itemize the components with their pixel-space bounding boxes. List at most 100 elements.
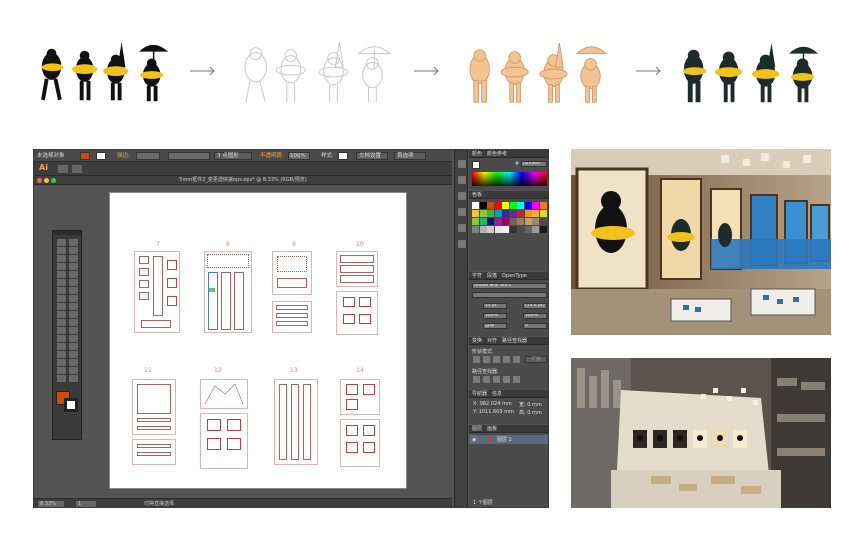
tool-button[interactable] (57, 255, 66, 262)
style-swatch[interactable] (338, 152, 348, 160)
tab-artboards[interactable]: 画板 (487, 426, 497, 432)
tool-button[interactable] (69, 359, 78, 366)
tab-character[interactable]: 字符 (472, 273, 482, 279)
tool-button[interactable] (69, 303, 78, 310)
tool-button[interactable] (69, 295, 78, 302)
tab-navigator[interactable]: 导航器 (472, 391, 487, 397)
color-swatch[interactable] (509, 226, 517, 233)
cut-sheet[interactable] (272, 251, 312, 295)
color-swatch[interactable] (509, 202, 517, 209)
panel-icon[interactable] (458, 160, 466, 168)
variable-width-field[interactable] (168, 152, 210, 160)
color-swatch[interactable] (487, 202, 494, 209)
tool-button[interactable] (57, 295, 66, 302)
font-family-select[interactable]: Adobe 宋体 Std L (472, 283, 547, 289)
tool-button[interactable] (57, 319, 66, 326)
color-swatch[interactable] (502, 226, 509, 233)
document-tab[interactable]: 5mm框件2_变更透快速eps.eps* @ 8.33% (RGB/预览) (34, 176, 452, 185)
tool-button[interactable] (69, 279, 78, 286)
color-swatch[interactable] (502, 210, 509, 217)
tab-color[interactable]: 颜色 (472, 151, 482, 157)
expand-button[interactable]: 扩展 (525, 356, 547, 363)
pathfinder-button[interactable] (473, 356, 480, 363)
vertical-scale-field[interactable]: 100% (483, 313, 507, 319)
horizontal-scale-field[interactable]: 100% (523, 313, 547, 319)
pathfinder-button[interactable] (513, 356, 520, 363)
font-style-select[interactable] (472, 292, 547, 298)
color-swatch[interactable] (472, 218, 479, 225)
tab-transform[interactable]: 变换 (472, 338, 482, 344)
opacity-label[interactable]: 不透明度: (260, 150, 284, 162)
pathfinder-button[interactable] (493, 376, 500, 383)
color-swatch[interactable] (539, 202, 547, 209)
tool-button[interactable] (69, 311, 78, 318)
panel-icon[interactable] (458, 192, 466, 200)
tool-button[interactable] (57, 287, 66, 294)
zoom-field[interactable]: 8.33% (38, 501, 64, 507)
tool-button[interactable] (57, 327, 66, 334)
color-swatch[interactable] (532, 210, 539, 217)
color-swatch[interactable] (479, 210, 487, 217)
cut-sheet[interactable] (340, 379, 380, 415)
color-swatch[interactable] (524, 202, 532, 209)
pathfinder-button[interactable] (483, 376, 490, 383)
color-swatch[interactable] (532, 202, 539, 209)
color-swatch[interactable] (532, 226, 539, 233)
color-swatch[interactable] (479, 226, 487, 233)
color-swatch[interactable] (524, 218, 532, 225)
artboard[interactable]: 7 8 9 10 11 12 13 14 (109, 192, 407, 489)
cut-sheet[interactable] (200, 379, 248, 409)
doc-setup-button[interactable]: 文档设置 (356, 152, 388, 160)
tool-button[interactable] (57, 263, 66, 270)
color-swatch[interactable] (472, 210, 479, 217)
color-swatch[interactable] (532, 218, 539, 225)
panel-icon[interactable] (458, 224, 466, 232)
pathfinder-button[interactable] (473, 376, 480, 383)
color-swatch[interactable] (494, 226, 502, 233)
tool-button[interactable] (57, 303, 66, 310)
stroke-label[interactable]: 描边: (117, 150, 130, 162)
color-swatch[interactable] (524, 210, 532, 217)
pathfinder-button[interactable] (503, 356, 510, 363)
zoom-window-icon[interactable] (51, 178, 56, 183)
hex-field[interactable]: d24900 (521, 161, 547, 167)
tracking-field[interactable]: 0 (523, 323, 547, 329)
color-swatch[interactable] (494, 210, 502, 217)
color-swatch[interactable] (539, 218, 547, 225)
color-swatch[interactable] (524, 226, 532, 233)
tool-button[interactable] (57, 367, 66, 374)
color-swatch[interactable] (494, 202, 502, 209)
cut-sheet[interactable] (336, 291, 378, 335)
tool-button[interactable] (69, 239, 78, 246)
tool-button[interactable] (69, 367, 78, 374)
tab-opentype[interactable]: OpenType (502, 273, 527, 279)
opacity-field[interactable]: 100% (288, 152, 310, 160)
color-swatch[interactable] (479, 202, 487, 209)
color-swatch[interactable] (472, 202, 479, 209)
color-swatch[interactable] (487, 226, 494, 233)
color-swatch[interactable] (509, 218, 517, 225)
tool-button[interactable] (57, 359, 66, 366)
tool-button[interactable] (57, 247, 66, 254)
stroke-weight-field[interactable] (136, 152, 160, 160)
color-swatch[interactable] (539, 226, 547, 233)
tool-button[interactable] (69, 247, 78, 254)
cut-sheet[interactable] (340, 419, 380, 467)
tab-pathfinder[interactable]: 路径查找器 (502, 338, 527, 344)
tool-button[interactable] (57, 351, 66, 358)
swatches-title[interactable]: 色板 (472, 192, 482, 198)
tab-paragraph[interactable]: 段落 (487, 273, 497, 279)
layer-name[interactable]: 图层 1 (497, 436, 512, 443)
color-swatch[interactable] (509, 210, 517, 217)
color-swatch[interactable] (502, 202, 509, 209)
tool-button[interactable] (69, 343, 78, 350)
panel-icon[interactable] (458, 176, 466, 184)
cut-sheet[interactable] (274, 379, 318, 465)
tool-button[interactable] (69, 327, 78, 334)
panel-icon[interactable] (458, 240, 466, 248)
pathfinder-button[interactable] (493, 356, 500, 363)
tool-button[interactable] (69, 271, 78, 278)
color-swatch[interactable] (487, 210, 494, 217)
tool-button[interactable] (69, 255, 78, 262)
cut-sheet[interactable] (204, 251, 252, 333)
